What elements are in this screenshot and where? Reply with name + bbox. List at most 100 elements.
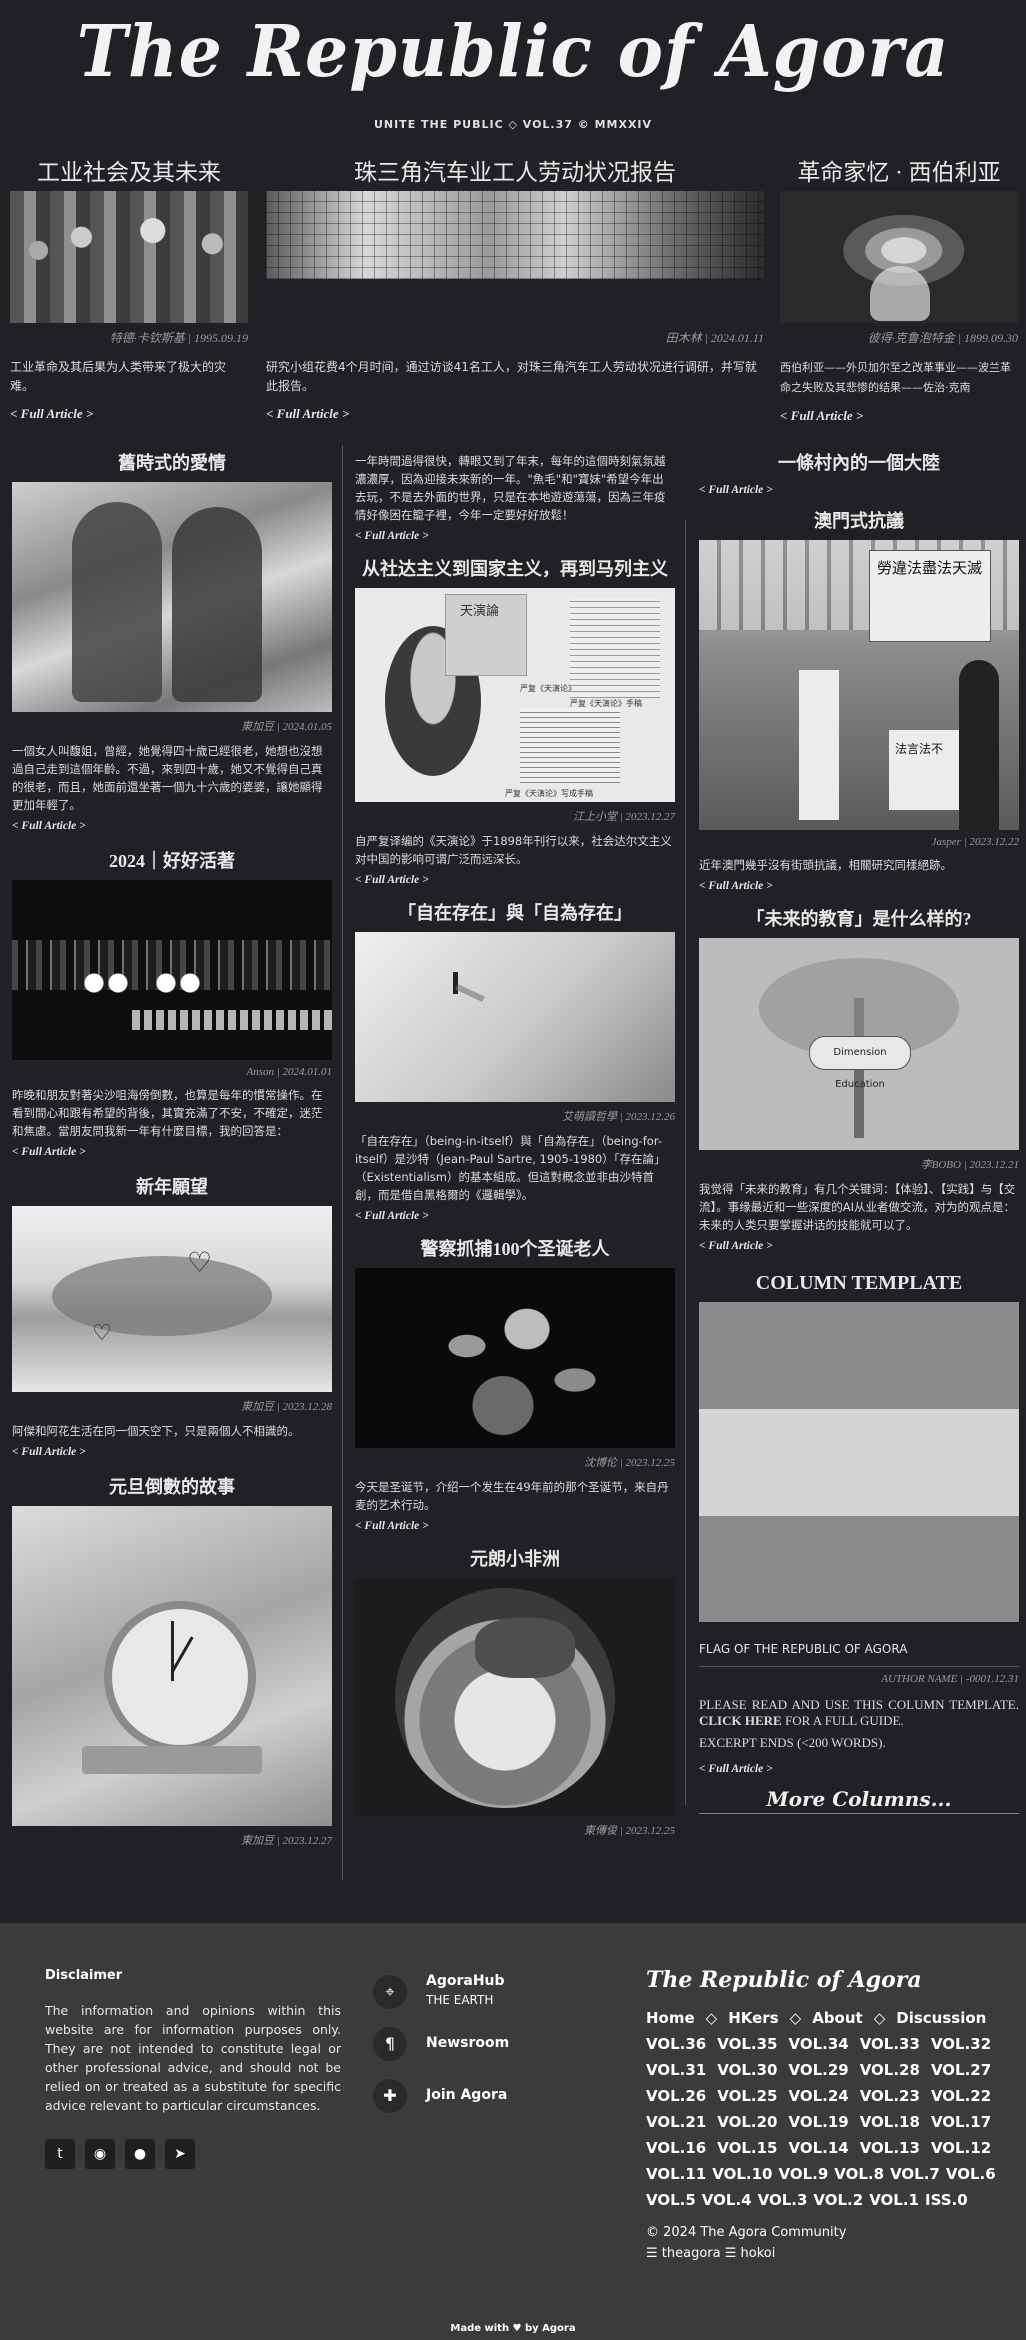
article-title[interactable]: 一條村內的一個大陸 [699,448,1019,478]
volume-link[interactable]: VOL.4 [702,2191,752,2209]
volume-link[interactable]: VOL.19 [788,2113,848,2131]
article-title[interactable]: 革命家忆 · 西伯利亚 [780,155,1018,191]
article-image[interactable] [12,1506,332,1826]
volume-link[interactable]: VOL.7 [890,2165,940,2183]
github-icon[interactable]: ◉ [85,2139,115,2169]
volume-link[interactable]: VOL.26 [646,2087,706,2105]
article-card: 新年願望 ♡ ♡ 東加豆 | 2023.12.28 阿傑和阿花生活在同一個天空下… [12,1172,332,1458]
volume-link[interactable]: ISS.0 [925,2191,968,2209]
article-image[interactable]: Dimension Education [699,938,1019,1150]
full-article-link[interactable]: < Full Article > [780,408,1018,424]
nav-home[interactable]: Home [646,2009,695,2027]
disclaimer-text: The information and opinions within this… [45,2003,341,2113]
volume-link[interactable]: VOL.16 [646,2139,706,2157]
article-image[interactable]: ♡ ♡ [12,1206,332,1392]
article-image[interactable] [10,191,248,323]
article-title[interactable]: 「自在存在」與「自為存在」 [355,898,675,928]
article-title[interactable]: 2024｜好好活著 [12,846,332,876]
footer-link-agorahub[interactable]: AgoraHub [426,1973,505,1989]
volume-link[interactable]: VOL.35 [717,2035,777,2053]
full-article-link[interactable]: < Full Article > [12,1446,332,1458]
full-article-link[interactable]: < Full Article > [266,406,764,422]
volume-link[interactable]: VOL.21 [646,2113,706,2131]
volume-link[interactable]: VOL.32 [931,2035,991,2053]
full-article-link[interactable]: < Full Article > [10,406,248,422]
volume-link[interactable]: VOL.5 [646,2191,696,2209]
volume-link[interactable]: VOL.24 [788,2087,848,2105]
article-title[interactable]: 从社达主义到国家主义，再到马列主义 [355,554,675,584]
more-columns-link[interactable]: More Columns... [699,1787,1019,1811]
volume-link[interactable]: VOL.11 [646,2165,706,2183]
article-byline: 東加豆 | 2024.01.05 [240,721,332,733]
volume-link[interactable]: VOL.6 [946,2165,996,2183]
volume-link[interactable]: VOL.13 [860,2139,920,2157]
full-article-link[interactable]: < Full Article > [355,874,675,886]
article-image[interactable] [266,191,764,279]
nav-hkers[interactable]: HKers [728,2009,778,2027]
full-article-link[interactable]: < Full Article > [355,1210,675,1222]
full-article-link[interactable]: < Full Article > [699,484,1019,496]
volume-link[interactable]: VOL.28 [860,2061,920,2079]
article-image[interactable] [355,1268,675,1448]
article-image[interactable] [355,1578,675,1816]
full-article-link[interactable]: < Full Article > [699,1240,1019,1252]
volume-link[interactable]: VOL.34 [788,2035,848,2053]
volume-link[interactable]: VOL.33 [860,2035,920,2053]
site-logo[interactable]: The Republic of Agora [0,10,1026,94]
article-title[interactable]: 珠三角汽车业工人劳动状况报告 [266,155,764,191]
reddit-icon[interactable]: ● [125,2139,155,2169]
volume-link[interactable]: VOL.31 [646,2061,706,2079]
volume-link[interactable]: VOL.10 [712,2165,772,2183]
image-text: 勞違法盡法天滅 [877,561,983,577]
full-article-link[interactable]: < Full Article > [355,1520,675,1532]
article-title[interactable]: 警察抓捕100个圣诞老人 [355,1234,675,1264]
volume-link[interactable]: VOL.9 [778,2165,828,2183]
footer-link-newsroom[interactable]: Newsroom [426,2035,509,2051]
volume-link[interactable]: VOL.27 [931,2061,991,2079]
nav-about[interactable]: About [812,2009,863,2027]
volume-link[interactable]: VOL.14 [788,2139,848,2157]
full-article-link[interactable]: < Full Article > [355,530,675,542]
volume-link[interactable]: VOL.30 [717,2061,777,2079]
article-image[interactable]: 天演論 严复《天演论》手稿 严复《天演论》 严复《天演论》写成手稿 [355,588,675,802]
volume-link[interactable]: VOL.36 [646,2035,706,2053]
volume-link[interactable]: VOL.1 [869,2191,919,2209]
volume-link[interactable]: VOL.17 [931,2113,991,2131]
full-article-link[interactable]: < Full Article > [699,1763,1019,1775]
volume-link[interactable]: VOL.8 [834,2165,884,2183]
volume-link[interactable]: VOL.22 [931,2087,991,2105]
article-image[interactable] [12,880,332,1060]
nav-discussion[interactable]: Discussion [896,2009,986,2027]
article-title[interactable]: 元旦倒數的故事 [12,1472,332,1502]
article-title[interactable]: 舊時式的愛情 [12,448,332,478]
twitter-icon[interactable]: t [45,2139,75,2169]
agora-flag[interactable] [699,1302,1019,1622]
volume-link[interactable]: VOL.2 [813,2191,863,2209]
article-image[interactable] [780,191,1018,323]
volume-link[interactable]: VOL.12 [931,2139,991,2157]
volume-link[interactable]: VOL.23 [860,2087,920,2105]
article-image[interactable] [12,482,332,712]
article-title[interactable]: 澳門式抗議 [699,506,1019,536]
excerpt-text: FOR A FULL GUIDE. [784,1713,904,1728]
full-article-link[interactable]: < Full Article > [12,820,332,832]
telegram-icon[interactable]: ➤ [165,2139,195,2169]
volume-link[interactable]: VOL.29 [788,2061,848,2079]
article-title[interactable]: COLUMN TEMPLATE [699,1268,1019,1298]
volume-link[interactable]: VOL.15 [717,2139,777,2157]
credits[interactable]: ☰ theagora ☰ hokoi [646,2246,1006,2261]
article-image[interactable]: 勞違法盡法天滅 法言法不 [699,540,1019,830]
article-title[interactable]: 工业社会及其未来 [10,155,248,191]
volume-link[interactable]: VOL.25 [717,2087,777,2105]
volume-link[interactable]: VOL.20 [717,2113,777,2131]
article-title[interactable]: 「未来的教育」是什么样的? [699,904,1019,934]
volume-link[interactable]: VOL.3 [758,2191,808,2209]
article-image[interactable] [355,932,675,1102]
footer-link-join[interactable]: Join Agora [426,2087,507,2103]
full-article-link[interactable]: < Full Article > [699,880,1019,892]
article-title[interactable]: 元朗小非洲 [355,1544,675,1574]
article-title[interactable]: 新年願望 [12,1172,332,1202]
volume-link[interactable]: VOL.18 [860,2113,920,2131]
full-article-link[interactable]: < Full Article > [12,1146,332,1158]
click-here-link[interactable]: CLICK HERE [699,1713,782,1728]
